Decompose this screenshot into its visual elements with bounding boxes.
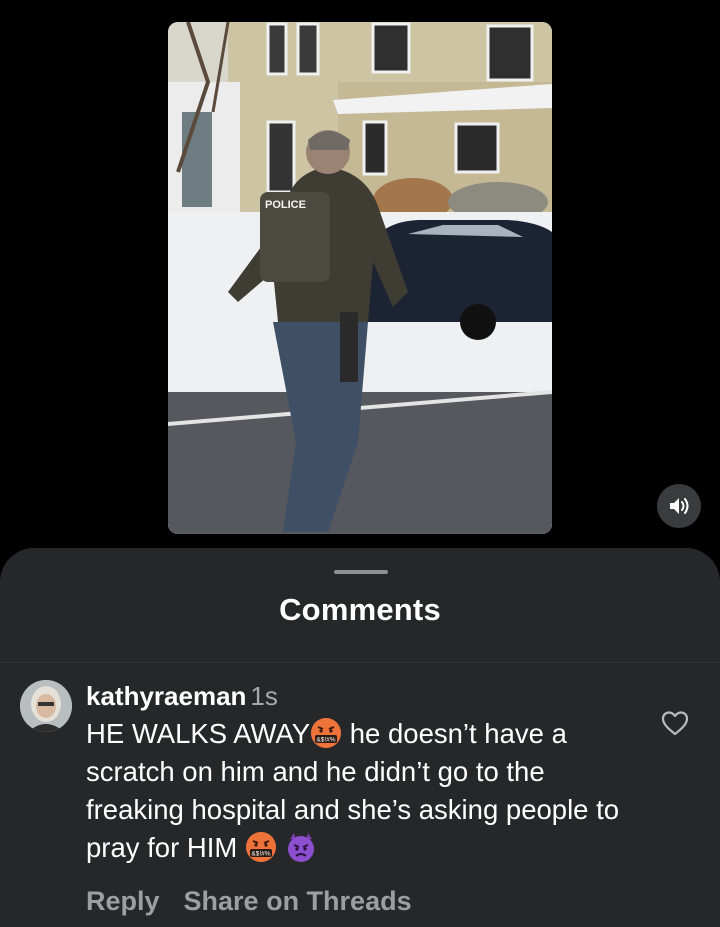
video-still-image: POLICE <box>168 22 552 534</box>
screen: POLICE Comments kathyraeman 1s HE WALKS … <box>0 0 720 927</box>
like-button[interactable] <box>660 708 690 738</box>
share-on-threads-button[interactable]: Share on Threads <box>184 886 412 916</box>
sheet-title: Comments <box>279 592 441 627</box>
avatar[interactable] <box>20 680 72 732</box>
heart-icon <box>661 711 689 736</box>
sheet-grabber[interactable] <box>334 570 388 574</box>
svg-text:&$!#%: &$!#% <box>317 737 336 744</box>
timestamp: 1s <box>250 681 278 711</box>
mute-toggle-button[interactable] <box>657 484 701 528</box>
cursing-face-emoji: &$!#% <box>311 718 342 748</box>
comment-actions: Reply Share on Threads <box>86 886 436 917</box>
svg-text:&$!#%: &$!#% <box>251 851 270 858</box>
username[interactable]: kathyraeman <box>86 681 246 711</box>
comments-sheet: Comments kathyraeman 1s HE WALKS AWAY &$!#… <box>0 548 720 927</box>
comment-header: kathyraeman 1s <box>86 678 646 714</box>
reply-button[interactable]: Reply <box>86 886 160 916</box>
angry-devil-emoji <box>287 833 314 862</box>
speaker-icon <box>670 498 689 514</box>
video-player[interactable]: POLICE <box>168 22 552 534</box>
divider <box>0 662 720 663</box>
comment-text-part1: HE WALKS AWAY <box>86 718 311 749</box>
comment-body: kathyraeman 1s HE WALKS AWAY &$!#% he does… <box>86 678 646 867</box>
vest-label: POLICE <box>265 199 306 211</box>
cursing-face-emoji: &$!#% <box>245 832 276 862</box>
comment-text: HE WALKS AWAY &$!#% he doesn’t have a scr… <box>86 715 646 867</box>
avatar-image <box>20 680 72 732</box>
